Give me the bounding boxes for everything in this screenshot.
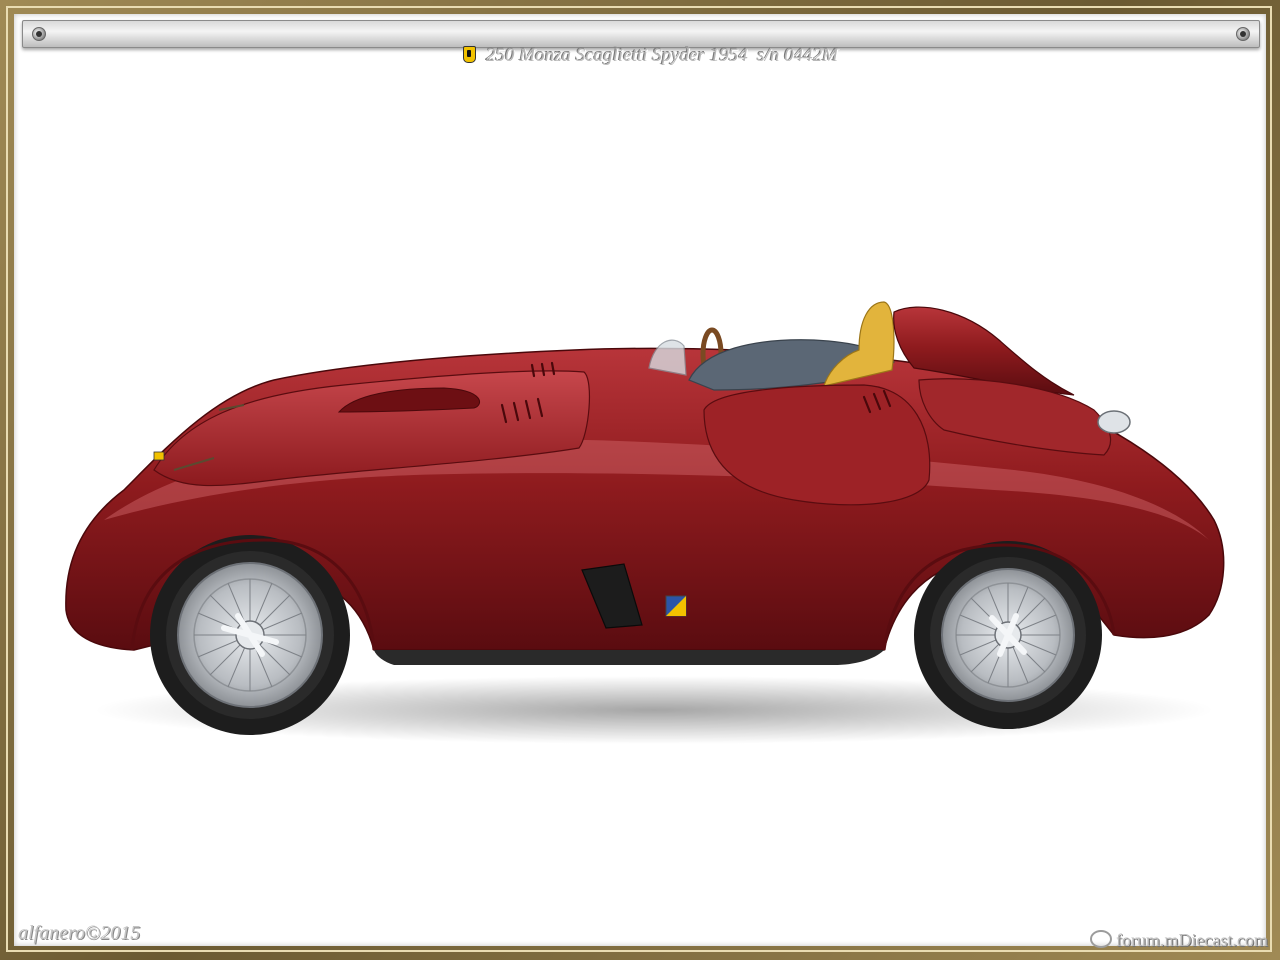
site-watermark: forum.mDiecast.com	[1116, 930, 1268, 950]
front-wheel	[150, 535, 350, 735]
screw-icon	[1236, 27, 1250, 41]
photographer-credit: alfanero©2015	[18, 922, 141, 944]
rear-wheel	[914, 541, 1102, 729]
site-logo-icon	[1090, 930, 1113, 948]
car-photo	[65, 301, 1225, 744]
title-plaque: 250 Monza Scaglietti Spyder 1954 s/n 044…	[22, 20, 1260, 66]
